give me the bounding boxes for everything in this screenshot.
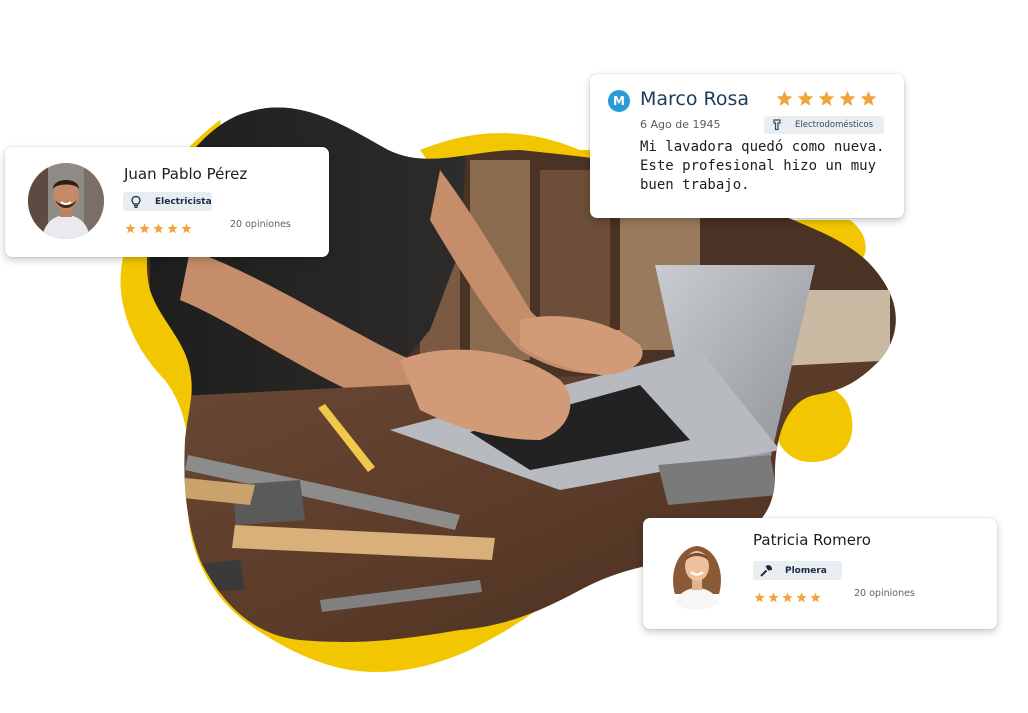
rating-stars (754, 588, 821, 603)
star-icon (125, 219, 136, 234)
star-icon (796, 588, 807, 603)
category-badge: Electrodomésticos (764, 116, 884, 134)
lightbulb-icon (129, 195, 143, 209)
reviews-count[interactable]: 20 opiniones (854, 588, 915, 599)
wrench-icon (759, 564, 773, 578)
star-icon (153, 219, 164, 234)
star-icon (810, 588, 821, 603)
professional-card-patricia[interactable]: Patricia Romero Plomera 20 opiniones (643, 518, 997, 629)
avatar-patricia (659, 534, 735, 610)
star-icon (768, 588, 779, 603)
category-badge: Plomera (753, 561, 842, 580)
reviewer-initial-avatar: M (608, 90, 630, 112)
review-date: 6 Ago de 1945 (640, 118, 721, 131)
professional-card-juan[interactable]: Juan Pablo Pérez Electricista 20 opinion… (5, 147, 329, 257)
star-icon (167, 219, 178, 234)
review-card-marco[interactable]: M Marco Rosa 6 Ago de 1945 Electrodomést… (590, 74, 904, 218)
reviews-count[interactable]: 20 opiniones (230, 219, 291, 230)
reviewer-name: Marco Rosa (640, 88, 750, 110)
review-text: Mi lavadora quedó como nueva. Este profe… (640, 139, 885, 193)
star-icon (776, 90, 793, 107)
category-label: Electrodomésticos (795, 120, 874, 130)
category-label: Plomera (785, 565, 827, 576)
avatar-juan (28, 163, 104, 239)
star-icon (818, 90, 835, 107)
appliance-icon (771, 119, 783, 131)
professional-name: Juan Pablo Pérez (124, 165, 248, 183)
category-badge: Electricista (123, 192, 212, 211)
rating-stars (125, 219, 192, 234)
professional-name: Patricia Romero (753, 531, 871, 549)
category-label: Electricista (155, 196, 212, 207)
star-icon (782, 588, 793, 603)
star-icon (181, 219, 192, 234)
star-icon (754, 588, 765, 603)
star-icon (139, 219, 150, 234)
star-icon (860, 90, 877, 107)
rating-stars (776, 90, 877, 107)
star-icon (839, 90, 856, 107)
star-icon (797, 90, 814, 107)
